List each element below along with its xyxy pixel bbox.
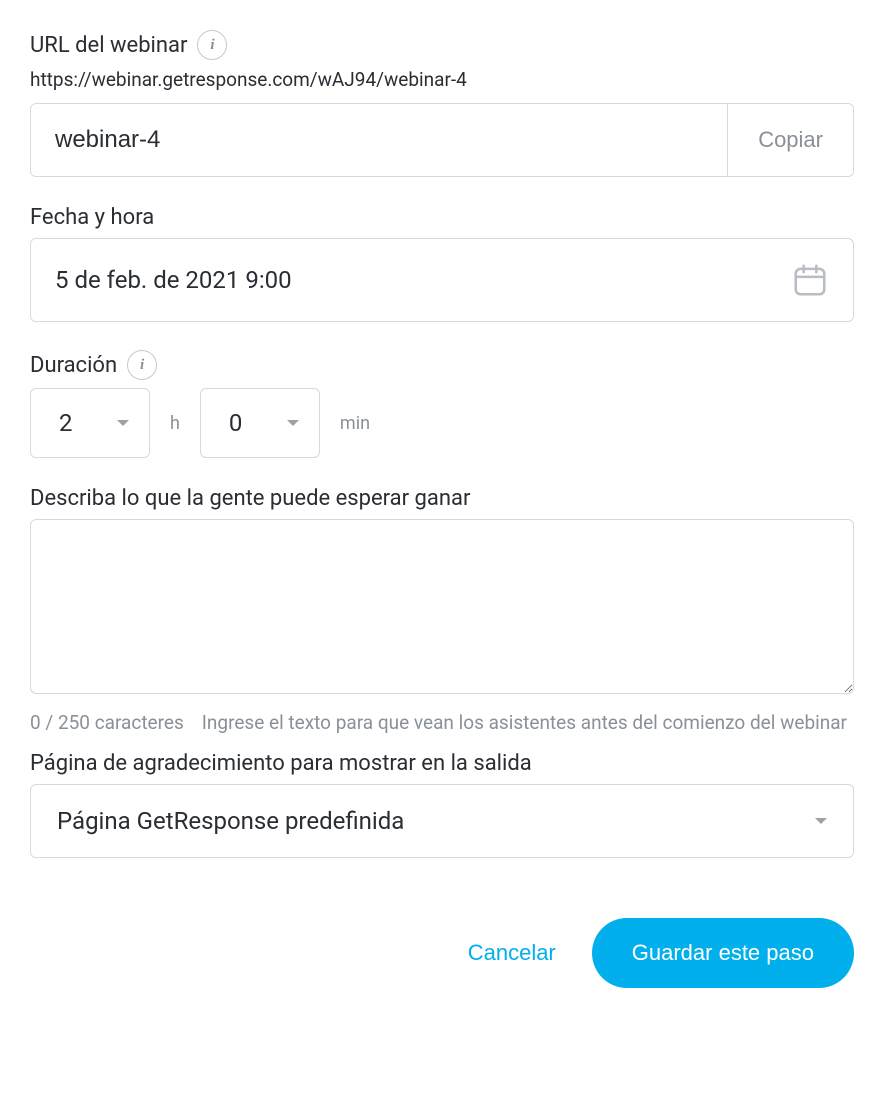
hours-value: 2 — [59, 409, 73, 437]
minutes-value: 0 — [229, 409, 243, 437]
duration-row: 2 h 0 min — [30, 388, 854, 458]
description-textarea[interactable] — [30, 519, 854, 694]
hours-unit: h — [170, 413, 180, 434]
label-row: Duración i — [30, 350, 854, 380]
duration-group: Duración i 2 h 0 min — [30, 350, 854, 458]
datetime-label: Fecha y hora — [30, 205, 154, 230]
minutes-unit: min — [340, 413, 370, 434]
hours-select[interactable]: 2 — [30, 388, 150, 458]
char-count: 0 / 250 caracteres — [30, 710, 184, 737]
cancel-button[interactable]: Cancelar — [468, 940, 556, 966]
url-input-row: Copiar — [30, 103, 854, 177]
actions-row: Cancelar Guardar este paso — [30, 918, 854, 988]
description-group: Describa lo que la gente puede esperar g… — [30, 486, 854, 737]
copy-button[interactable]: Copiar — [727, 104, 853, 176]
thankyou-label: Página de agradecimiento para mostrar en… — [30, 751, 532, 776]
webinar-url-group: URL del webinar i https://webinar.getres… — [30, 30, 854, 177]
datetime-value: 5 de feb. de 2021 9:00 — [55, 266, 292, 294]
datetime-group: Fecha y hora 5 de feb. de 2021 9:00 — [30, 205, 854, 322]
label-row: Describa lo que la gente puede esperar g… — [30, 486, 854, 511]
calendar-icon — [791, 261, 829, 299]
label-row: Fecha y hora — [30, 205, 854, 230]
description-label: Describa lo que la gente puede esperar g… — [30, 486, 470, 511]
label-row: URL del webinar i — [30, 30, 854, 60]
save-button[interactable]: Guardar este paso — [592, 918, 854, 988]
thankyou-dropdown[interactable]: Página GetResponse predefinida — [30, 784, 854, 858]
webinar-url-label: URL del webinar — [30, 33, 187, 58]
datetime-picker[interactable]: 5 de feb. de 2021 9:00 — [30, 238, 854, 322]
description-helper-row: 0 / 250 caracteres Ingrese el texto para… — [30, 710, 854, 737]
chevron-down-icon — [815, 818, 827, 824]
label-row: Página de agradecimiento para mostrar en… — [30, 751, 854, 776]
info-icon[interactable]: i — [197, 30, 227, 60]
minutes-select[interactable]: 0 — [200, 388, 320, 458]
description-helper: Ingrese el texto para que vean los asist… — [202, 710, 854, 737]
chevron-down-icon — [287, 420, 299, 426]
duration-label: Duración — [30, 353, 117, 378]
chevron-down-icon — [117, 420, 129, 426]
webinar-slug-input[interactable] — [31, 104, 727, 176]
info-icon[interactable]: i — [127, 350, 157, 380]
webinar-full-url: https://webinar.getresponse.com/wAJ94/we… — [30, 68, 854, 91]
thankyou-selected: Página GetResponse predefinida — [57, 807, 404, 835]
thankyou-group: Página de agradecimiento para mostrar en… — [30, 751, 854, 858]
